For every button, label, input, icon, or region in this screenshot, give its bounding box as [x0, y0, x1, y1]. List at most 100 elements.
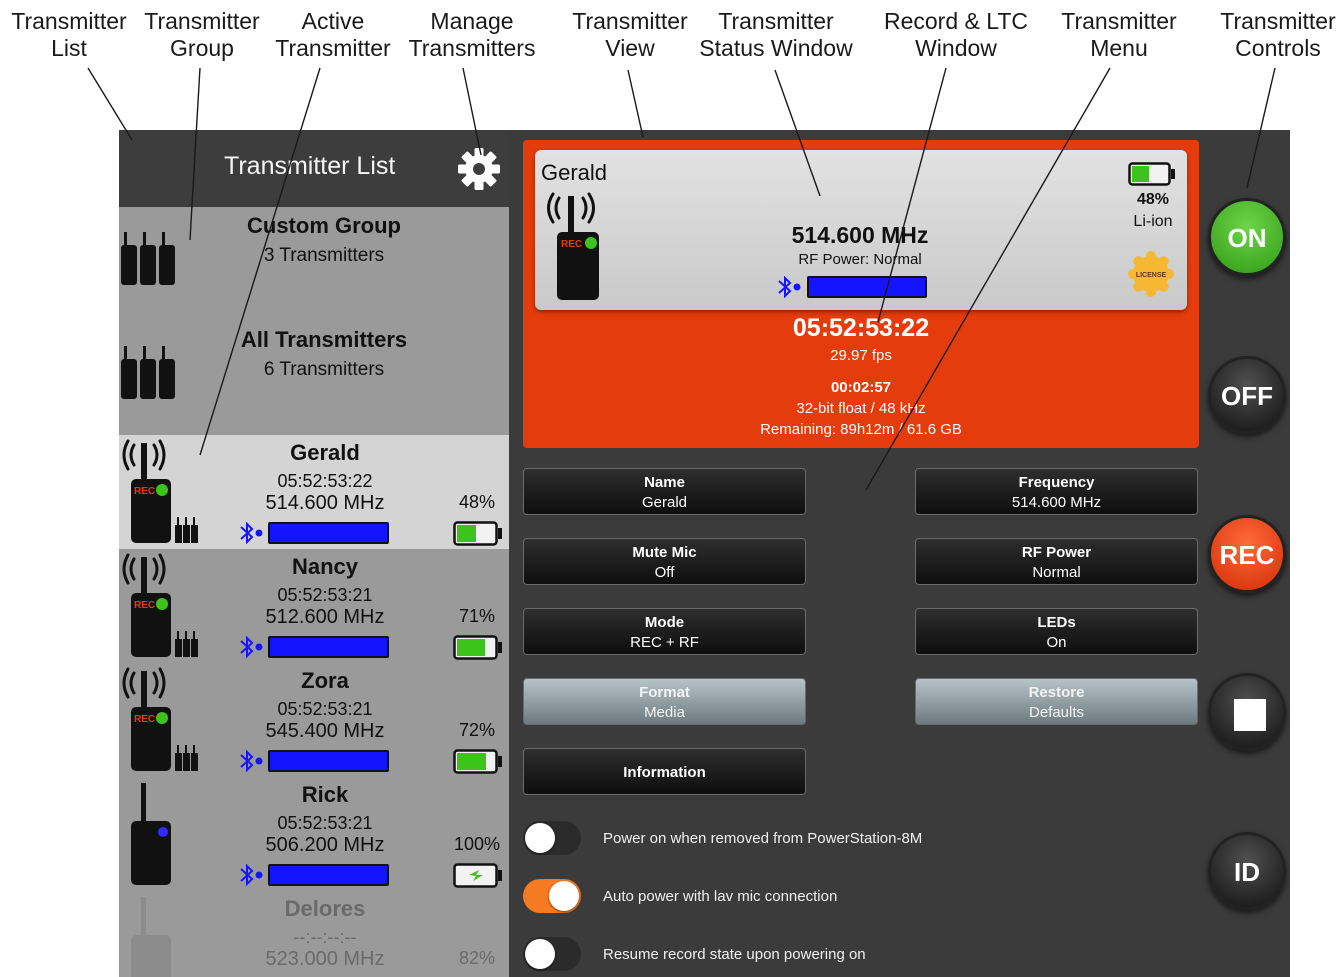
license-badge-text: LICENSE	[1136, 272, 1167, 279]
ltc-timecode: 05:52:53:22	[792, 314, 930, 342]
ltc-framerate: 29.97 fps	[830, 347, 892, 364]
toggle-power-on-removed[interactable]	[523, 821, 581, 855]
transmitter-icon: TC	[131, 897, 171, 977]
battery-icon	[1128, 162, 1175, 186]
transmitter-frequency: 514.600 MHz	[265, 492, 385, 514]
transmitter-battery-percent: 100%	[453, 834, 501, 854]
leds-button[interactable]: LEDs On	[915, 608, 1198, 655]
stop-icon	[1234, 699, 1266, 731]
toggle-knob	[525, 823, 555, 853]
record-elapsed: 00:02:57	[830, 379, 892, 396]
audio-level-meter	[807, 276, 927, 298]
transmitter-frequency: 523.000 MHz	[265, 948, 385, 970]
transmitter-row[interactable]: REC Zora 05:52:53:21 545.400 MHz 72%	[119, 663, 509, 777]
audio-level-meter	[268, 522, 389, 544]
format-media-button[interactable]: Format Media	[523, 678, 806, 725]
bluetooth-icon	[240, 636, 263, 658]
toggle-label: Resume record state upon powering on	[603, 946, 866, 963]
bluetooth-icon	[778, 276, 801, 298]
toggle-label: Power on when removed from PowerStation-…	[603, 830, 923, 847]
transmitter-name: Gerald	[290, 440, 360, 465]
mode-button[interactable]: Mode REC + RF	[523, 608, 806, 655]
name-button[interactable]: Name Gerald	[523, 468, 806, 515]
id-button[interactable]: ID	[1208, 832, 1286, 910]
transmitter-name: Delores	[284, 896, 366, 921]
transmitter-icon: REC	[122, 439, 198, 543]
status-battery-percent: 48%	[1136, 191, 1170, 208]
transmitter-battery-percent: 71%	[458, 606, 496, 626]
group-count: 6 Transmitters	[263, 359, 385, 380]
group-membership-icon	[175, 517, 198, 543]
transmitter-name: Zora	[301, 668, 349, 693]
transmitter-timecode: 05:52:53:21	[277, 585, 373, 605]
transmitter-status-window: Gerald REC 514.600 MHz RF Power: Normal	[535, 150, 1187, 310]
rec-badge: REC	[561, 239, 582, 250]
callout-transmitter-menu: Transmitter Menu	[1061, 8, 1177, 61]
callout-transmitter-group: Transmitter Group	[144, 8, 260, 61]
transmitter-list: Custom Group 3 Transmitters All Transmit…	[119, 207, 509, 977]
transmitter-timecode: --:--:--:--	[293, 927, 357, 947]
transmitter-row[interactable]: TC Delores --:--:--:--523.000 MHz 82%	[119, 891, 509, 977]
status-rf-power: RF Power: Normal	[798, 251, 922, 268]
toggle-resume-record[interactable]	[523, 937, 581, 971]
gear-icon[interactable]	[455, 145, 503, 193]
transmitter-timecode: 05:52:53:22	[277, 471, 373, 491]
license-badge-icon: LICENSE	[1128, 251, 1174, 297]
battery-icon	[453, 863, 502, 888]
status-battery-chemistry: Li-ion	[1133, 213, 1173, 230]
transmitter-icon: REC	[122, 553, 198, 657]
stop-button[interactable]	[1208, 673, 1286, 751]
app-screen: Transmitter List Custom Group 3 Transmit…	[119, 130, 1290, 977]
transmitter-list-title: Transmitter List	[224, 152, 396, 180]
toggle-auto-power-lav[interactable]	[523, 879, 581, 913]
group-row-custom[interactable]: Custom Group 3 Transmitters	[119, 207, 509, 321]
off-button[interactable]: OFF	[1208, 356, 1286, 434]
audio-level-meter	[268, 864, 389, 886]
transmitter-row[interactable]: REC Nancy 05:52:53:21 512.600 MHz 71%	[119, 549, 509, 663]
bluetooth-icon	[240, 750, 263, 772]
callout-transmitter-list: Transmitter List	[11, 8, 127, 61]
battery-icon	[453, 635, 502, 660]
transmitter-frequency: 506.200 MHz	[265, 834, 385, 856]
transmitter-name: Nancy	[291, 554, 359, 579]
mute-mic-button[interactable]: Mute Mic Off	[523, 538, 806, 585]
information-button[interactable]: Information	[523, 748, 806, 795]
on-button[interactable]: ON	[1208, 198, 1286, 276]
toggle-knob	[549, 881, 579, 911]
frequency-button[interactable]: Frequency 514.600 MHz	[915, 468, 1198, 515]
transmitter-group-icon	[121, 232, 175, 285]
status-frequency: 514.600 MHz	[791, 222, 929, 248]
callout-manage-transmitters: Manage Transmitters	[408, 8, 536, 61]
record-remaining: Remaining: 89h12m / 61.6 GB	[760, 421, 962, 438]
rec-button[interactable]: REC	[1208, 515, 1286, 593]
audio-level-meter	[268, 750, 389, 772]
transmitter-list-header: Transmitter List	[119, 130, 509, 207]
transmitter-frequency: 512.600 MHz	[265, 606, 385, 628]
callout-active-transmitter: Active Transmitter	[275, 8, 391, 61]
transmitter-frequency: 545.400 MHz	[265, 720, 385, 742]
battery-icon	[453, 749, 502, 774]
bluetooth-icon	[240, 864, 263, 886]
callout-record-ltc-window: Record & LTC Window	[883, 8, 1029, 61]
group-membership-icon	[175, 745, 198, 771]
transmitter-battery-percent: 48%	[458, 492, 496, 512]
toggle-knob	[525, 939, 555, 969]
transmitter-timecode: 05:52:53:21	[277, 699, 373, 719]
callout-transmitter-status-window: Transmitter Status Window	[699, 8, 853, 61]
transmitter-rec-icon: REC	[547, 192, 599, 300]
status-transmitter-name: Gerald	[541, 160, 608, 185]
transmitter-row[interactable]: Rick 05:52:53:21 506.200 MHz 100%	[119, 777, 509, 891]
rec-badge: REC	[134, 714, 155, 725]
record-format: 32-bit float / 48 kHz	[796, 400, 926, 417]
group-count: 3 Transmitters	[263, 245, 385, 266]
audio-level-meter	[268, 636, 389, 658]
transmitter-row[interactable]: REC Gerald 05:52:53:22 514.600 MHz 48%	[119, 435, 509, 549]
group-name: All Transmitters	[240, 327, 408, 352]
group-name: Custom Group	[247, 213, 401, 238]
bluetooth-icon	[240, 522, 263, 544]
restore-defaults-button[interactable]: Restore Defaults	[915, 678, 1198, 725]
rf-power-button[interactable]: RF Power Normal	[915, 538, 1198, 585]
group-membership-icon	[175, 631, 198, 657]
group-row-all[interactable]: All Transmitters 6 Transmitters	[119, 321, 509, 435]
transmitter-name: Rick	[301, 782, 349, 807]
